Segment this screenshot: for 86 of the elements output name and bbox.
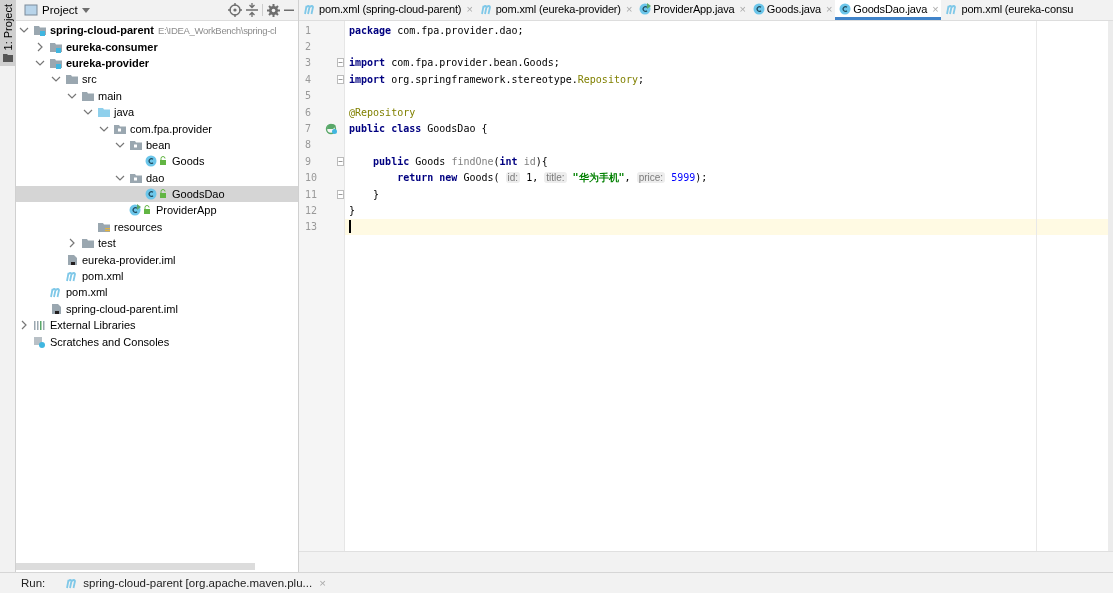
spring-class-icon: [639, 2, 652, 15]
editor-tab[interactable]: pom.xml (eureka-provider) ×: [475, 0, 636, 20]
code-line: }: [349, 205, 356, 216]
view-selector[interactable]: Project: [22, 4, 92, 16]
code-line: package com.fpa.provider.dao;: [349, 24, 524, 36]
tree-item[interactable]: pom.xml: [16, 267, 298, 285]
class-icon: [145, 155, 169, 168]
line-number: 7: [304, 123, 313, 135]
tree-item[interactable]: src: [16, 71, 298, 88]
line-number: 10: [304, 172, 319, 184]
module-folder-icon: [33, 24, 47, 37]
arches-icon: [49, 286, 63, 299]
line-number: 6: [304, 106, 313, 118]
editor-tab[interactable]: pom.xml (spring-cloud-parent) ×: [299, 0, 476, 20]
line-number: 8: [304, 139, 313, 151]
package-icon: [129, 138, 143, 151]
code-line: import org.springframework.stereotype.Repository;: [349, 73, 645, 85]
code-line: @Repository: [349, 106, 416, 118]
editor-tab[interactable]: ProviderApp.java ×: [635, 0, 749, 20]
settings-icon[interactable]: [267, 3, 280, 17]
tree-item[interactable]: pom.xml: [16, 284, 298, 301]
code-line: public Goods findOne(int id){: [372, 155, 548, 167]
tree-item[interactable]: spring-cloud-parent.iml: [16, 300, 298, 318]
line-number: 2: [304, 41, 313, 53]
scrollbar-thumb[interactable]: [16, 563, 255, 570]
line-number: 9: [304, 155, 313, 167]
tree-item[interactable]: External Libraries: [16, 317, 298, 334]
package-icon: [129, 171, 143, 184]
tree-item[interactable]: com.fpa.provider: [16, 120, 298, 137]
class-icon: [839, 2, 852, 15]
libraries-icon: [33, 319, 47, 332]
folder-icon: [81, 89, 95, 102]
module-folder-icon: [49, 56, 63, 69]
folder-icon: [81, 237, 95, 250]
tree-item[interactable]: eureka-consumer: [16, 38, 298, 55]
line-number: 5: [304, 90, 313, 102]
line-number: 3: [304, 57, 313, 69]
caret-icon: [81, 7, 90, 13]
editor-tab[interactable]: Goods.java ×: [748, 0, 836, 20]
spring-class-icon: [129, 204, 153, 217]
run-tab[interactable]: spring-cloud-parent [org.apache.maven.plu... ×: [65, 577, 326, 589]
line-number: 13: [304, 221, 319, 233]
package-icon: [113, 122, 127, 135]
folder-icon: [65, 73, 79, 86]
class-icon: [752, 2, 765, 15]
file-icon: [49, 302, 63, 315]
tree-item[interactable]: dao: [16, 169, 298, 186]
folder-icon: [97, 106, 111, 119]
resources-folder-icon: [97, 220, 111, 233]
tree-item[interactable]: eureka-provider: [16, 54, 298, 72]
text-cursor: [349, 220, 351, 234]
line-number: 11: [304, 188, 319, 200]
tree-item[interactable]: java: [16, 103, 298, 121]
tree-item[interactable]: GoodsDao: [16, 185, 298, 203]
line-number: 12: [304, 205, 319, 216]
tree-item[interactable]: bean: [16, 136, 298, 154]
scratches-icon: [33, 335, 47, 348]
tree-item[interactable]: test: [16, 235, 298, 252]
tree-item[interactable]: ProviderApp: [16, 202, 298, 219]
locate-icon[interactable]: [228, 3, 242, 17]
collapse-all-icon[interactable]: [246, 3, 258, 17]
line-number: 4: [304, 73, 313, 85]
editor-tab[interactable]: GoodsDao.java ×: [835, 0, 942, 20]
class-icon: [145, 188, 169, 201]
tree-item[interactable]: Goods: [16, 153, 298, 170]
arches-icon: [479, 2, 494, 15]
bean-icon: [325, 122, 338, 135]
folder-icon: [2, 53, 13, 63]
arches-icon: [65, 270, 79, 283]
arches-icon: [303, 2, 317, 15]
tree-item[interactable]: resources: [16, 218, 298, 236]
file-icon: [65, 253, 79, 266]
panel-icon: [24, 4, 38, 16]
tree-item[interactable]: Scratches and Consoles: [16, 333, 298, 350]
editor-tab[interactable]: pom.xml (eureka-consu: [941, 0, 1077, 20]
run-label: Run:: [21, 577, 46, 589]
code-line: }: [372, 188, 380, 200]
code-line: import com.fpa.provider.bean.Goods;: [349, 57, 560, 69]
line-number: 1: [304, 24, 313, 36]
project-tool-tab[interactable]: 1: Project: [0, 0, 15, 67]
module-folder-icon: [49, 40, 63, 53]
tree-item[interactable]: eureka-provider.iml: [16, 251, 298, 268]
code-line: public class GoodsDao {: [349, 123, 488, 135]
code-line: return new Goods( id: 1, title: "华为手机", price: 5999);: [396, 170, 708, 185]
tree-item[interactable]: main: [16, 87, 298, 104]
tree-item[interactable]: spring-cloud-parent E:\IDEA_WorkBench\spring-cl: [16, 22, 298, 39]
